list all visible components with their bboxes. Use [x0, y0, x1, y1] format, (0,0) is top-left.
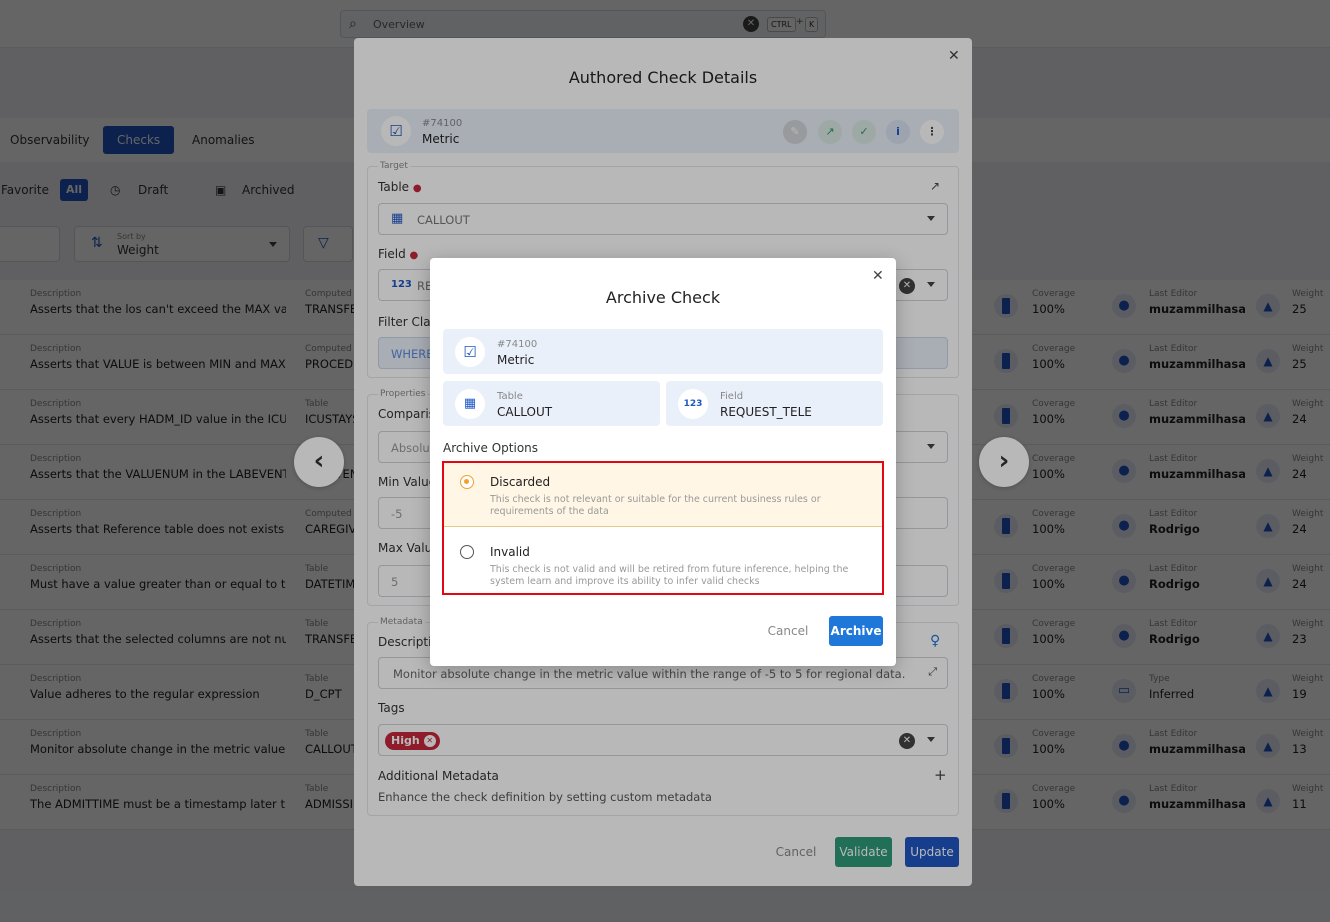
- option-discarded[interactable]: Discarded This check is not relevant or …: [444, 463, 882, 527]
- archive-table-value: CALLOUT: [497, 405, 553, 419]
- option-invalid[interactable]: Invalid This check is not valid and will…: [444, 533, 882, 593]
- numeric-icon: 123: [678, 389, 708, 419]
- archive-check-type: Metric: [497, 353, 535, 367]
- archive-options-group: Discarded This check is not relevant or …: [442, 461, 884, 595]
- option-invalid-desc: This check is not valid and will be reti…: [490, 564, 849, 587]
- archive-table-card: ▦ Table CALLOUT: [443, 381, 660, 426]
- archive-field-value: REQUEST_TELE: [720, 405, 812, 419]
- option-discarded-desc: This check is not relevant or suitable f…: [490, 494, 821, 517]
- check-icon: ☑: [455, 337, 485, 367]
- archive-check-card: ☑ #74100 Metric: [443, 329, 883, 374]
- archive-button[interactable]: Archive: [829, 616, 883, 646]
- archive-field-card: 123 Field REQUEST_TELE: [666, 381, 883, 426]
- archive-cancel-button[interactable]: Cancel: [760, 616, 816, 646]
- archive-table-label: Table: [497, 391, 523, 402]
- archive-check-id: #74100: [497, 339, 538, 350]
- archive-check-modal: ✕ Archive Check ☑ #74100 Metric ▦ Table …: [430, 258, 896, 666]
- option-invalid-title: Invalid: [490, 545, 530, 559]
- option-discarded-title: Discarded: [490, 475, 551, 489]
- archive-options-label: Archive Options: [443, 441, 539, 455]
- archive-modal-title: Archive Check: [605, 288, 721, 307]
- table-icon: ▦: [455, 389, 485, 419]
- close-icon[interactable]: ✕: [872, 268, 884, 284]
- radio-discarded[interactable]: [460, 475, 474, 489]
- radio-invalid[interactable]: [460, 545, 474, 559]
- archive-field-label: Field: [720, 391, 744, 402]
